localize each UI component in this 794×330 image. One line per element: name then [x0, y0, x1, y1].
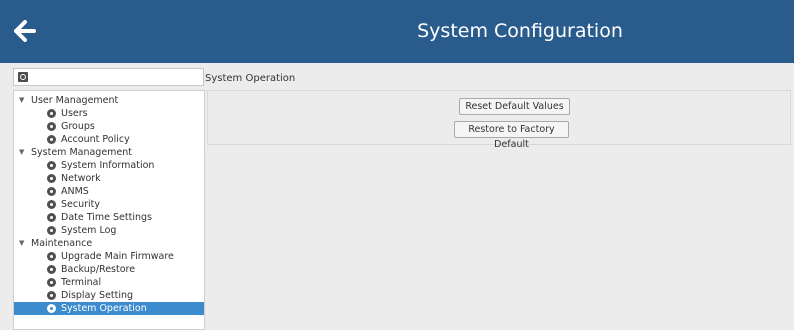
- tree-item-system-information[interactable]: System Information: [14, 159, 204, 172]
- tree-item-terminal[interactable]: Terminal: [14, 276, 204, 289]
- gear-icon: [47, 174, 56, 183]
- gear-icon: [47, 187, 56, 196]
- tree-item-network[interactable]: Network: [14, 172, 204, 185]
- tree-item-backup-restore[interactable]: Backup/Restore: [14, 263, 204, 276]
- navigation-tree: ▼ User Management Users Groups Account P…: [13, 90, 205, 330]
- tree-item-security[interactable]: Security: [14, 198, 204, 211]
- gear-icon: [47, 109, 56, 118]
- arrow-left-icon[interactable]: [12, 18, 38, 44]
- gear-icon: [47, 122, 56, 131]
- reset-default-values-button[interactable]: Reset Default Values: [459, 98, 570, 115]
- tree-item-label: Users: [61, 108, 88, 119]
- restore-factory-default-button[interactable]: Restore to Factory Default: [454, 121, 569, 150]
- gear-icon: [47, 265, 56, 274]
- gear-icon: [47, 135, 56, 144]
- tree-group-label: User Management: [31, 95, 119, 106]
- search-icon[interactable]: [18, 72, 28, 82]
- chevron-down-icon[interactable]: ▼: [19, 94, 24, 107]
- tree-item-display-setting[interactable]: Display Setting: [14, 289, 204, 302]
- tree-group-label: System Management: [31, 147, 133, 158]
- tree-item-label: Groups: [61, 121, 95, 132]
- page-title: System Configuration: [417, 20, 623, 42]
- gear-icon: [47, 213, 56, 222]
- tree-group-label: Maintenance: [31, 238, 93, 249]
- section-title: System Operation: [205, 73, 296, 84]
- chevron-down-icon[interactable]: ▼: [19, 237, 24, 250]
- chevron-down-icon[interactable]: ▼: [19, 146, 24, 159]
- gear-icon: [47, 161, 56, 170]
- tree-item-label: Security: [61, 199, 101, 210]
- tree-item-label: Date Time Settings: [61, 212, 152, 223]
- tree-item-date-time-settings[interactable]: Date Time Settings: [14, 211, 204, 224]
- gear-icon: [47, 226, 56, 235]
- tree-item-label: Account Policy: [61, 134, 130, 145]
- tree-item-label: Network: [61, 173, 101, 184]
- tree-group-system-management[interactable]: ▼ System Management: [14, 146, 204, 159]
- tree-item-label: Display Setting: [61, 290, 134, 301]
- gear-icon: [47, 200, 56, 209]
- tree-group-user-management[interactable]: ▼ User Management: [14, 94, 204, 107]
- tree-item-upgrade-main-firmware[interactable]: Upgrade Main Firmware: [14, 250, 204, 263]
- gear-icon: [47, 252, 56, 261]
- tree-item-label: Upgrade Main Firmware: [61, 251, 174, 262]
- search-input[interactable]: [13, 68, 204, 86]
- tree-item-system-log[interactable]: System Log: [14, 224, 204, 237]
- gear-icon: [47, 291, 56, 300]
- tree-item-label: ANMS: [61, 186, 89, 197]
- tree-item-label: Backup/Restore: [61, 264, 136, 275]
- tree-item-label: Terminal: [61, 277, 102, 288]
- header-bar: System Configuration: [0, 0, 794, 63]
- sidebar: ▼ User Management Users Groups Account P…: [9, 63, 205, 330]
- tree-group-maintenance[interactable]: ▼ Maintenance: [14, 237, 204, 250]
- tree-item-label: System Log: [61, 225, 117, 236]
- gear-icon: [47, 278, 56, 287]
- tree-item-groups[interactable]: Groups: [14, 120, 204, 133]
- tree-item-label: System Operation: [61, 303, 147, 314]
- tree-item-system-operation[interactable]: System Operation: [14, 302, 204, 315]
- tree-item-anms[interactable]: ANMS: [14, 185, 204, 198]
- tree-item-label: System Information: [61, 160, 155, 171]
- gear-icon: [47, 304, 56, 313]
- main-content: System Operation Reset Default Values Re…: [202, 63, 794, 330]
- operation-panel: Reset Default Values Restore to Factory …: [207, 90, 791, 150]
- tree-item-account-policy[interactable]: Account Policy: [14, 133, 204, 146]
- tree-item-users[interactable]: Users: [14, 107, 204, 120]
